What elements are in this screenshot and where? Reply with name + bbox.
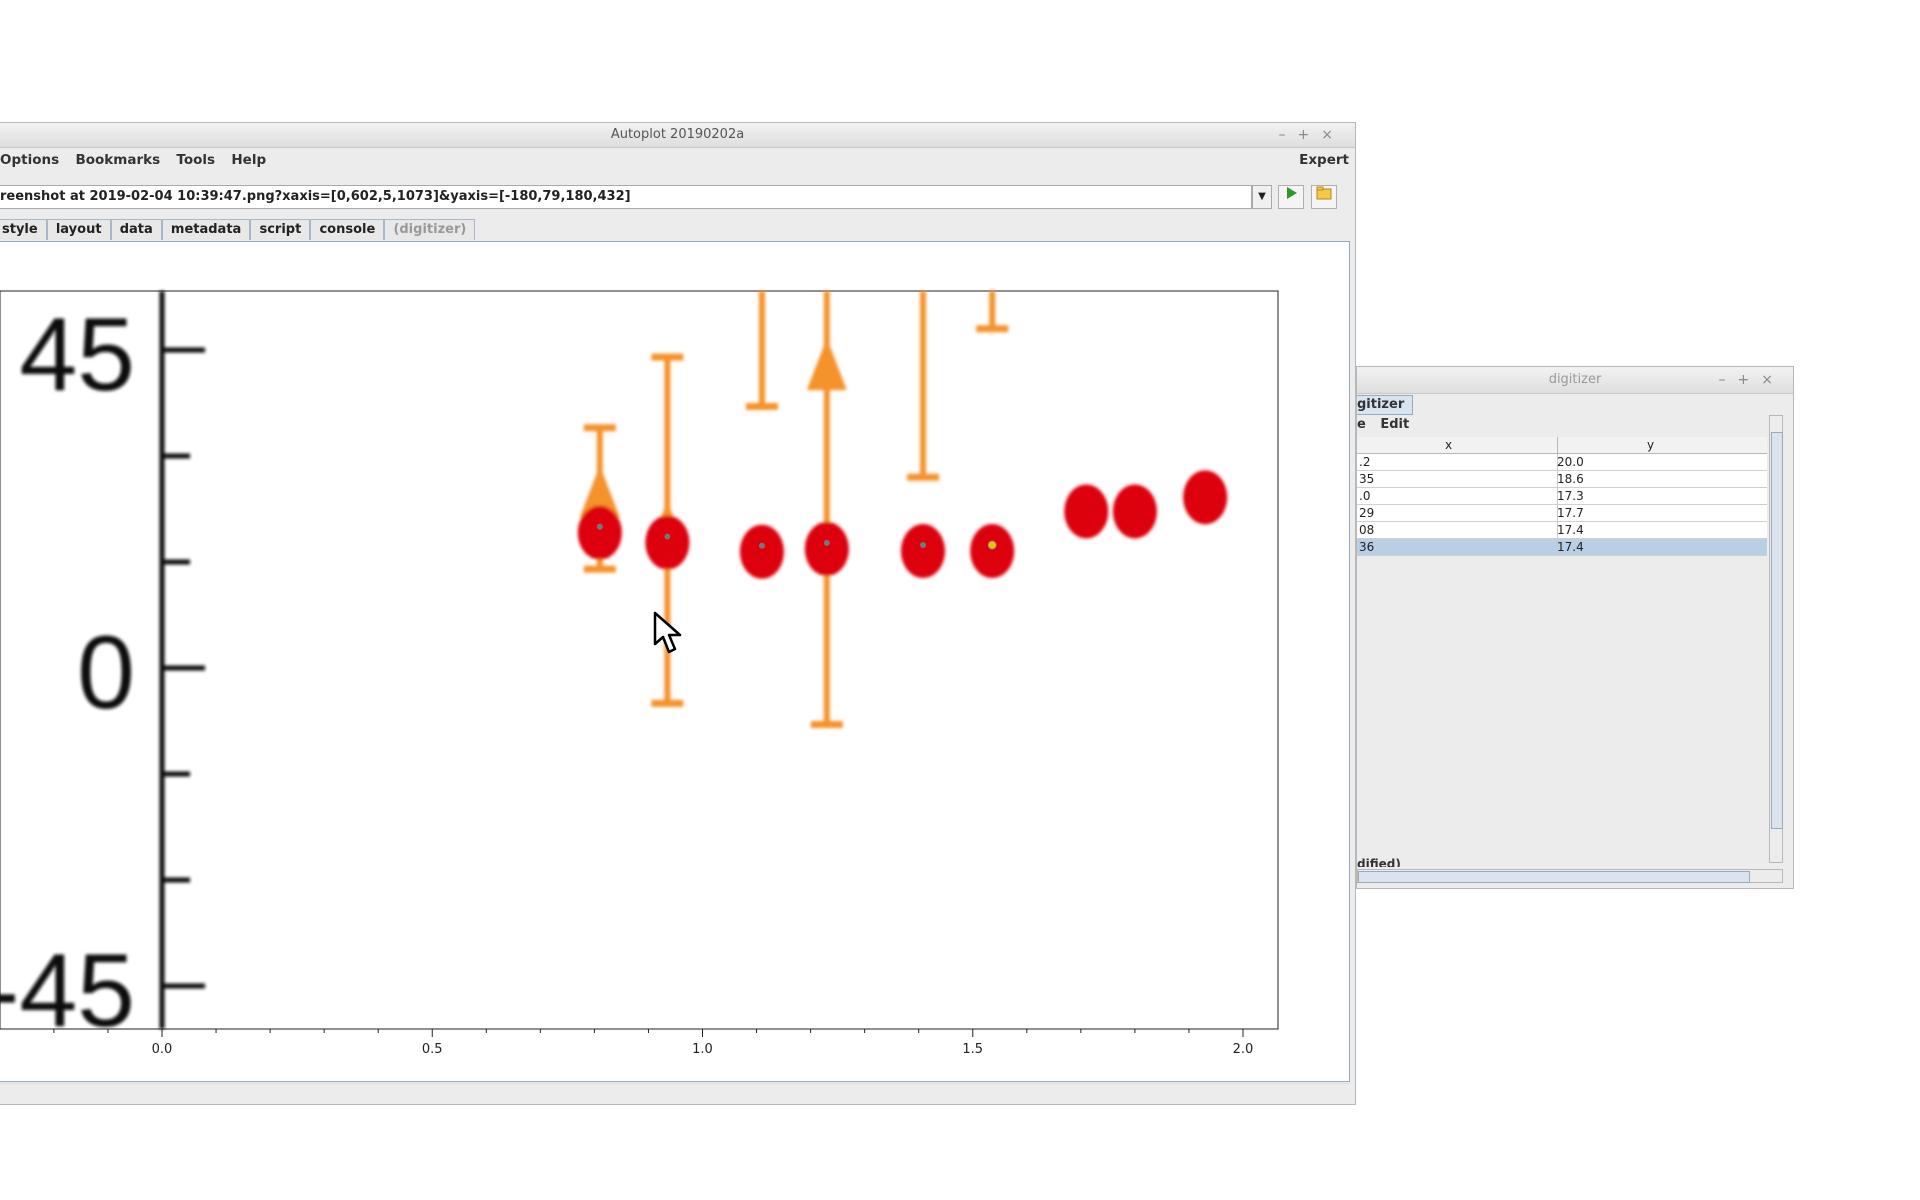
cell-y[interactable]: 20.0 (1557, 454, 1584, 470)
vertical-scroll-thumb[interactable] (1771, 432, 1783, 829)
tab-console[interactable]: console (310, 219, 385, 240)
cell-y[interactable]: 17.7 (1557, 505, 1584, 521)
image-y-label: 45 (19, 297, 135, 413)
column-divider (1557, 437, 1558, 453)
red-data-blob (970, 524, 1015, 579)
digitized-point[interactable] (758, 542, 765, 549)
tab-script[interactable]: script (250, 219, 311, 240)
digitizer-tab[interactable]: gitizer (1357, 395, 1414, 415)
table-header: x y (1357, 437, 1767, 454)
digitized-point[interactable] (920, 542, 927, 549)
cell-x[interactable]: 35 (1359, 471, 1374, 487)
table-row[interactable]: .0 17.3 (1357, 488, 1767, 505)
tab-metadata[interactable]: metadata (161, 219, 251, 240)
folder-icon (1316, 186, 1332, 200)
digitizer-window-controls[interactable]: –+× (1719, 367, 1785, 393)
digitizer-menu-edit[interactable]: Edit (1380, 417, 1409, 432)
plot-go-button[interactable] (1278, 185, 1304, 209)
tab-strip: style layout data metadata script consol… (0, 219, 476, 241)
column-header-x[interactable]: x (1445, 437, 1452, 453)
digitizer-title-bar[interactable]: digitizer –+× (1357, 367, 1793, 394)
x-tick-label: 0.0 (152, 1042, 173, 1057)
table-row[interactable]: 35 18.6 (1357, 471, 1767, 488)
x-axis: 0.0 0.5 1.0 1.5 2.0 (53, 1029, 1254, 1057)
x-tick-label: 2.0 (1233, 1042, 1254, 1057)
open-file-button[interactable] (1311, 185, 1337, 209)
menu-expert[interactable]: Expert (1299, 148, 1349, 172)
plot-area (0, 290, 1279, 1030)
table-row[interactable]: 29 17.7 (1357, 505, 1767, 522)
x-tick-label: 0.5 (422, 1042, 443, 1057)
column-header-y[interactable]: y (1647, 437, 1654, 453)
table-row[interactable]: 36 17.4 (1357, 539, 1767, 556)
cell-y[interactable]: 17.4 (1557, 522, 1584, 538)
red-data-blob (901, 524, 946, 579)
window-controls[interactable]: –+× (1279, 123, 1345, 147)
table-body: .2 20.0 35 18.6 .0 17.3 29 17.7 08 17.4 36 17.4 (1357, 454, 1767, 556)
digitizer-title: digitizer (1548, 372, 1602, 387)
uri-input[interactable]: reenshot at 2019-02-04 10:39:47.png?xaxi… (0, 185, 1252, 209)
digitized-point[interactable] (987, 540, 997, 550)
mouse-cursor-icon (653, 611, 682, 654)
cell-x[interactable]: .2 (1359, 454, 1370, 470)
chevron-down-icon: ▼ (1258, 191, 1266, 202)
menu-bar: Options Bookmarks Tools Help Expert (0, 148, 1355, 172)
uri-dropdown-button[interactable]: ▼ (1252, 185, 1272, 209)
cell-x[interactable]: 29 (1359, 505, 1374, 521)
menu-options[interactable]: Options (0, 148, 65, 172)
tab-digitizer[interactable]: (digitizer) (384, 219, 476, 240)
cell-y[interactable]: 17.4 (1557, 539, 1584, 555)
digitized-point[interactable] (664, 533, 671, 540)
menu-bookmarks[interactable]: Bookmarks (69, 148, 166, 172)
cell-y[interactable]: 17.3 (1557, 488, 1584, 504)
status-bar (0, 1083, 1350, 1102)
table-row[interactable]: 08 17.4 (1357, 522, 1767, 539)
menu-help[interactable]: Help (225, 148, 272, 172)
menu-tools[interactable]: Tools (170, 148, 221, 172)
main-title-bar[interactable]: Autoplot 20190202a –+× (0, 123, 1355, 148)
cell-y[interactable]: 18.6 (1557, 471, 1584, 487)
window-title: Autoplot 20190202a (610, 127, 745, 142)
play-icon (1287, 187, 1297, 199)
red-data-blob (1112, 484, 1157, 539)
x-tick-label: 1.0 (692, 1042, 713, 1057)
tab-layout[interactable]: layout (46, 219, 111, 240)
digitized-point[interactable] (823, 539, 830, 546)
digitizer-window: digitizer –+× gitizer e Edit x y .2 20.0 3… (1356, 366, 1794, 889)
digitized-point[interactable] (596, 523, 603, 530)
image-y-label: 0 (77, 615, 135, 731)
digitizer-table: x y .2 20.0 35 18.6 .0 17.3 29 17.7 08 17.4 36 17.4 (1357, 437, 1767, 556)
tab-data[interactable]: data (110, 219, 162, 240)
cell-x[interactable]: 08 (1359, 522, 1374, 538)
red-data-blob (1064, 484, 1109, 539)
vertical-scrollbar[interactable] (1769, 415, 1783, 863)
plot-canvas[interactable]: 45 0 -45 0.0 0.5 1.0 1.5 2.0 (0, 242, 1348, 1080)
red-data-blob (577, 505, 622, 560)
digitizer-status: dified) (1357, 857, 1401, 867)
table-row[interactable]: .2 20.0 (1357, 454, 1767, 471)
red-data-blob (804, 521, 849, 576)
horizontal-scroll-thumb[interactable] (1358, 871, 1750, 883)
horizontal-scrollbar[interactable] (1357, 869, 1783, 883)
image-y-label: -45 (0, 933, 135, 1049)
digitizer-menu-bar: e Edit (1357, 417, 1409, 432)
red-data-blob (645, 515, 690, 570)
cell-x[interactable]: .0 (1359, 488, 1370, 504)
cell-x[interactable]: 36 (1359, 539, 1374, 555)
digitizer-menu-file[interactable]: e (1357, 417, 1366, 432)
tab-style[interactable]: style (0, 219, 47, 240)
x-tick-label: 1.5 (962, 1042, 983, 1057)
red-data-blob (739, 524, 784, 579)
red-data-blob (1183, 470, 1228, 525)
plot-panel: 45 0 -45 0.0 0.5 1.0 1.5 2.0 (0, 241, 1350, 1082)
